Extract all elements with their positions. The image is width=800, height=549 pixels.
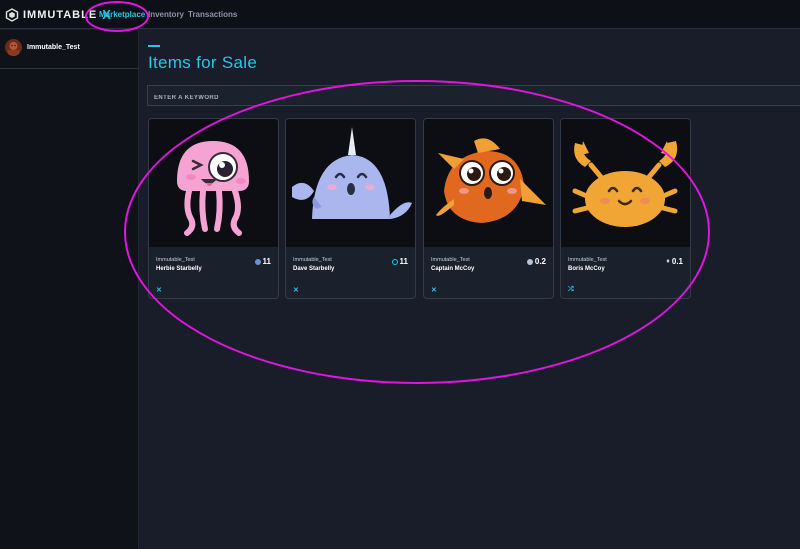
item-card[interactable]: Immutable_Test Dave Starbelly 11 ✕ — [285, 118, 416, 299]
gear-coin-icon — [526, 258, 533, 265]
card-owner: Immutable_Test — [293, 257, 332, 263]
search-input[interactable] — [148, 88, 800, 108]
hexagon-logo-icon — [5, 7, 19, 22]
card-price: ♦ 0.1 — [666, 257, 683, 266]
card-name: Captain McCoy — [431, 266, 475, 272]
card-owner: Immutable_Test — [431, 257, 470, 263]
card-name: Herbie Starbelly — [156, 266, 202, 272]
title-accent — [148, 45, 160, 47]
user-profile[interactable]: Immutable_Test — [0, 30, 139, 69]
item-card[interactable]: Immutable_Test Boris McCoy ♦ 0.1 ⤮ — [560, 118, 691, 299]
card-owner: Immutable_Test — [568, 257, 607, 263]
imx-coin-icon — [254, 258, 261, 265]
price-value: 11 — [262, 257, 271, 266]
top-bar: IMMUTABLE X Marketplace Inventory Transa… — [0, 0, 800, 29]
fish-image — [424, 119, 553, 247]
x-icon: ✕ — [293, 287, 299, 294]
x-icon: ✕ — [156, 287, 162, 294]
item-card[interactable]: Immutable_Test Captain McCoy 0.2 ✕ — [423, 118, 554, 299]
search-field[interactable] — [147, 85, 800, 108]
nav-inventory[interactable]: Inventory — [148, 10, 184, 19]
avatar — [5, 39, 22, 56]
card-price: 11 — [391, 257, 408, 266]
user-name: Immutable_Test — [27, 44, 80, 51]
price-value: 0.1 — [671, 257, 683, 266]
sidebar: Immutable_Test — [0, 30, 139, 549]
narwhal-image — [286, 119, 415, 247]
nav-marketplace[interactable]: Marketplace — [99, 10, 145, 19]
card-name: Boris McCoy — [568, 266, 605, 272]
card-owner: Immutable_Test — [156, 257, 195, 263]
nav-transactions[interactable]: Transactions — [188, 10, 237, 19]
card-price: 0.2 — [526, 257, 546, 266]
price-value: 11 — [399, 257, 408, 266]
item-card[interactable]: Immutable_Test Herbie Starbelly 11 ✕ — [148, 118, 279, 299]
immutable-logo[interactable]: IMMUTABLE X — [5, 7, 111, 22]
page-title: Items for Sale — [148, 53, 258, 72]
jellyfish-image — [149, 119, 278, 247]
card-price: 11 — [254, 257, 271, 266]
crab-image — [561, 119, 690, 247]
transfer-icon: ⤮ — [568, 286, 574, 293]
price-value: 0.2 — [534, 257, 546, 266]
x-icon: ✕ — [431, 287, 437, 294]
ring-coin-icon — [391, 258, 398, 265]
eth-icon: ♦ — [666, 258, 670, 265]
card-name: Dave Starbelly — [293, 266, 335, 272]
logo-text: IMMUTABLE — [23, 8, 98, 21]
